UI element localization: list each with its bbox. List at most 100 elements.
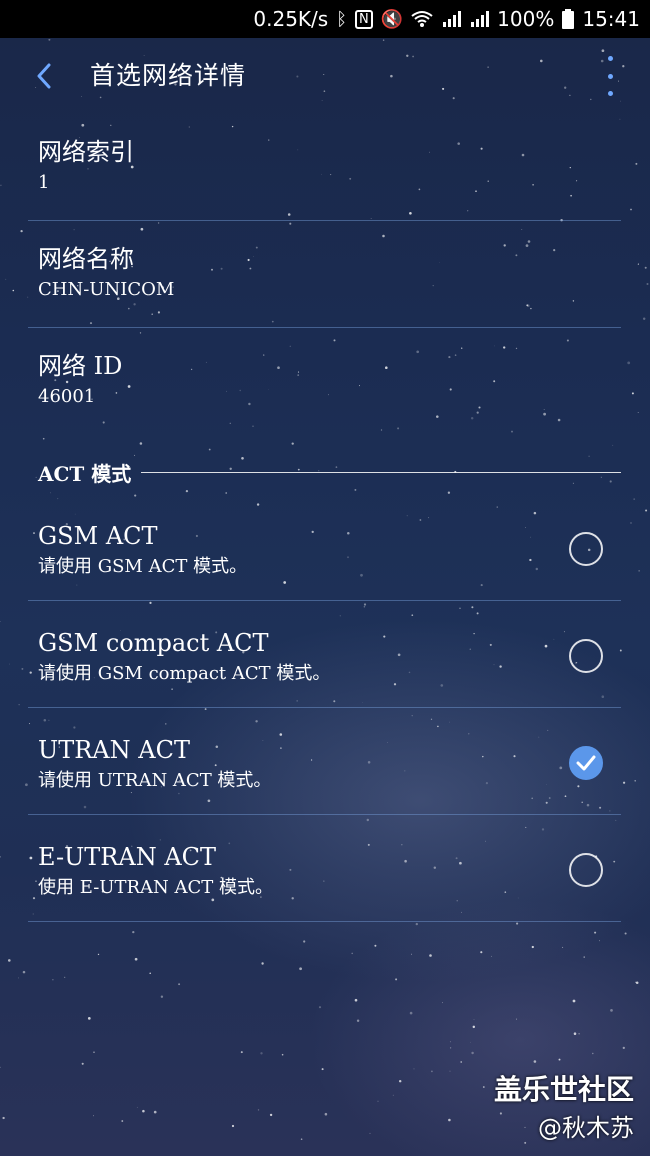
section-line bbox=[141, 472, 621, 473]
star bbox=[20, 229, 23, 233]
star bbox=[627, 361, 631, 365]
star bbox=[526, 304, 529, 307]
star bbox=[409, 1011, 413, 1015]
section-title: ACT 模式 bbox=[38, 462, 132, 486]
star bbox=[442, 1002, 443, 1004]
star bbox=[354, 488, 357, 491]
star bbox=[521, 229, 523, 230]
star bbox=[395, 978, 398, 981]
mute-icon: 🔇 bbox=[380, 8, 404, 30]
star bbox=[64, 976, 66, 979]
star bbox=[429, 954, 432, 957]
star bbox=[318, 1006, 322, 1009]
radio-button[interactable] bbox=[569, 639, 603, 673]
star bbox=[638, 570, 640, 572]
star bbox=[496, 506, 498, 508]
radio-button-checked[interactable] bbox=[569, 746, 603, 780]
star bbox=[8, 959, 11, 962]
star bbox=[139, 332, 142, 334]
star bbox=[592, 1052, 594, 1055]
star bbox=[494, 345, 496, 347]
clock: 15:41 bbox=[582, 7, 640, 31]
option-description: 请使用 UTRAN ACT 模式。 bbox=[38, 770, 272, 791]
star bbox=[300, 1138, 303, 1140]
back-button[interactable] bbox=[26, 58, 62, 94]
star bbox=[185, 489, 189, 493]
star bbox=[633, 498, 636, 500]
star bbox=[524, 1126, 526, 1128]
option-title: GSM compact ACT bbox=[38, 629, 269, 657]
watermark-author: @秋木苏 bbox=[538, 1114, 634, 1142]
star bbox=[461, 347, 463, 349]
checkmark-icon bbox=[576, 755, 596, 771]
star bbox=[89, 322, 93, 325]
star bbox=[622, 781, 626, 784]
star bbox=[287, 213, 291, 216]
star bbox=[303, 940, 306, 943]
star bbox=[392, 1094, 394, 1096]
star bbox=[570, 194, 572, 197]
divider bbox=[28, 600, 621, 601]
star bbox=[208, 448, 211, 451]
star bbox=[121, 1120, 124, 1122]
star bbox=[599, 940, 601, 942]
star bbox=[380, 429, 383, 431]
star bbox=[134, 454, 136, 456]
star bbox=[476, 411, 479, 414]
star bbox=[33, 532, 35, 535]
battery-percent: 100% bbox=[497, 7, 555, 31]
status-bar: 0.25K/s ᛒ N 🔇 100% 15:41 bbox=[0, 0, 650, 38]
star bbox=[231, 1124, 235, 1128]
radio-button[interactable] bbox=[569, 853, 603, 887]
network-index-label: 网络索引 bbox=[38, 138, 134, 166]
star bbox=[527, 240, 531, 243]
network-name-label: 网络名称 bbox=[38, 245, 134, 273]
act-mode-section-header: ACT 模式 bbox=[38, 458, 621, 487]
network-index-row: 网络索引 1 bbox=[38, 138, 621, 194]
star bbox=[397, 427, 400, 430]
star bbox=[354, 998, 358, 1002]
star bbox=[374, 944, 377, 947]
radio-button[interactable] bbox=[569, 532, 603, 566]
star bbox=[17, 977, 19, 979]
star bbox=[624, 932, 627, 935]
star bbox=[533, 1060, 537, 1063]
star bbox=[583, 956, 585, 958]
star bbox=[635, 981, 639, 985]
star bbox=[29, 856, 33, 860]
star bbox=[32, 913, 34, 915]
star bbox=[153, 1110, 157, 1114]
star bbox=[160, 995, 164, 998]
star bbox=[260, 1052, 263, 1055]
star bbox=[102, 421, 105, 424]
star bbox=[281, 1053, 284, 1056]
star bbox=[411, 953, 412, 955]
star bbox=[97, 953, 100, 956]
star bbox=[637, 263, 639, 265]
star bbox=[471, 1051, 474, 1055]
star bbox=[257, 1109, 260, 1111]
divider bbox=[28, 327, 621, 328]
star bbox=[460, 1061, 463, 1063]
star bbox=[351, 952, 353, 955]
star bbox=[157, 222, 160, 224]
star bbox=[557, 418, 561, 422]
star bbox=[470, 1041, 471, 1043]
nfc-icon: N bbox=[355, 9, 373, 29]
star bbox=[499, 1112, 502, 1115]
star bbox=[256, 503, 260, 506]
star bbox=[472, 1025, 476, 1029]
star bbox=[28, 723, 31, 725]
star bbox=[431, 1070, 433, 1073]
star bbox=[630, 208, 632, 211]
star bbox=[5, 278, 7, 280]
star bbox=[35, 880, 37, 882]
option-title: GSM ACT bbox=[38, 522, 158, 550]
more-dots-icon-dot bbox=[607, 91, 613, 96]
option-title: UTRAN ACT bbox=[38, 736, 190, 764]
star bbox=[257, 503, 259, 504]
more-options-button[interactable] bbox=[598, 56, 622, 96]
star bbox=[369, 1132, 371, 1134]
star bbox=[530, 307, 532, 310]
star bbox=[134, 494, 137, 497]
